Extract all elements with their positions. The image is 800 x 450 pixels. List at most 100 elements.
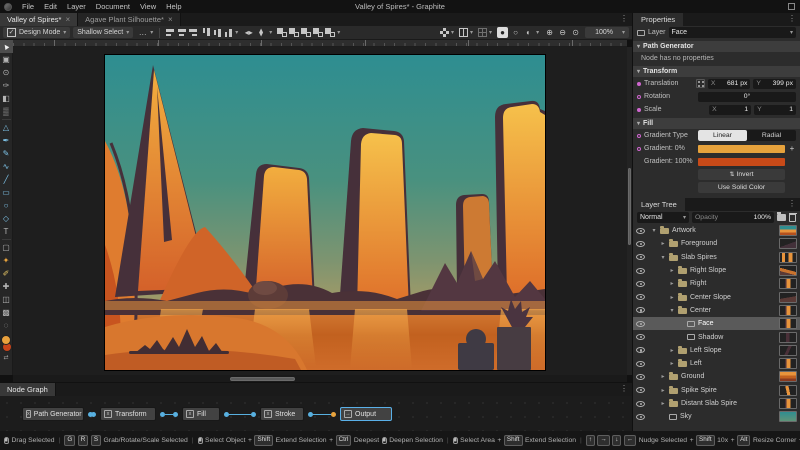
scale-y-field[interactable]: Y1 (754, 104, 797, 115)
linear-button[interactable]: Linear (698, 130, 747, 141)
tab-node-graph[interactable]: Node Graph (0, 383, 56, 396)
shape-tool[interactable]: ◇ (0, 212, 13, 225)
node-transform[interactable]: x Transform (100, 407, 156, 421)
node-stroke[interactable]: x Stroke (260, 407, 304, 421)
eyedropper-tool[interactable]: ✑ (0, 79, 13, 92)
frame-tool[interactable]: ▢ (0, 241, 13, 254)
canvas-viewport[interactable] (13, 47, 627, 375)
snapping-icon[interactable] (459, 28, 469, 37)
boolean-difference-icon[interactable] (325, 28, 336, 37)
rotation-field[interactable]: 0° (698, 91, 796, 102)
layer-row-sky[interactable]: Sky (633, 410, 800, 423)
align-middle-icon[interactable] (213, 28, 222, 37)
layer-row-artwork[interactable]: ▾ Artwork (633, 224, 800, 237)
radial-button[interactable]: Radial (747, 130, 796, 141)
path-tool[interactable]: △ (0, 121, 13, 134)
layer-row-ground[interactable]: ▸ Ground (633, 370, 800, 383)
align-center-icon[interactable] (177, 28, 186, 37)
layer-row-shadow[interactable]: Shadow (633, 330, 800, 343)
invert-button[interactable]: ⇅ Invert (698, 169, 785, 180)
expand-arrow-icon[interactable]: ▾ (669, 307, 675, 314)
align-top-icon[interactable] (202, 28, 211, 37)
visibility-eye-icon[interactable] (636, 347, 645, 354)
layer-row-face[interactable]: Face (633, 317, 800, 331)
layer-row-center[interactable]: ▾ Center (633, 304, 800, 317)
text-tool[interactable]: T (0, 225, 13, 238)
navigate-tool[interactable]: ⊙ (0, 66, 13, 79)
layer-row-center-slope[interactable]: ▸ Center Slope (633, 290, 800, 303)
visibility-eye-icon[interactable] (636, 267, 645, 274)
layer-row-distant-slab-spire[interactable]: ▸ Distant Slab Spire (633, 397, 800, 410)
flip-vertical-icon[interactable]: ◂▸ (256, 27, 267, 38)
document-panel-menu-icon[interactable]: ⋮ (616, 13, 632, 26)
expand-arrow-icon[interactable]: ▸ (669, 347, 675, 354)
align-right-icon[interactable] (188, 28, 198, 37)
zoom-reset-icon[interactable]: ⊙ (570, 27, 581, 38)
node-graph-panel-menu-icon[interactable]: ⋮ (616, 383, 632, 396)
visibility-eye-icon[interactable] (636, 320, 645, 327)
artboard-tool[interactable]: ▣ (0, 53, 13, 66)
close-icon[interactable]: × (168, 15, 173, 25)
visibility-eye-icon[interactable] (636, 227, 645, 234)
expand-arrow-icon[interactable]: ▸ (660, 373, 666, 380)
expand-arrow-icon[interactable]: ▸ (660, 387, 666, 394)
document-tab[interactable]: Agave Plant Silhouette* × (78, 13, 181, 26)
layer-row-left[interactable]: ▸ Left (633, 357, 800, 370)
grid-icon[interactable] (478, 28, 488, 37)
menu-document[interactable]: Document (91, 2, 135, 11)
document-tab[interactable]: Valley of Spires* × (0, 13, 79, 26)
tab-layer-tree[interactable]: Layer Tree (633, 198, 685, 211)
artwork-canvas[interactable] (105, 55, 545, 370)
expand-arrow-icon[interactable]: ▸ (669, 360, 675, 367)
patch-tool[interactable]: ▩ (0, 306, 13, 319)
translation-x-field[interactable]: X 681 px (707, 78, 751, 89)
boolean-intersect-icon[interactable] (313, 28, 324, 37)
translation-y-field[interactable]: Y 399 px (753, 78, 796, 89)
brush-tool[interactable]: ✐ (0, 267, 13, 280)
zoom-in-icon[interactable]: ⊕ (544, 27, 555, 38)
vertical-scrollbar-thumb[interactable] (628, 168, 631, 245)
fill-tool[interactable]: ◧ (0, 92, 13, 105)
expand-arrow-icon[interactable]: ▸ (669, 294, 675, 301)
gradient-tool[interactable]: ▒ (0, 105, 13, 118)
detail-tool[interactable]: ◌ (0, 319, 13, 332)
line-tool[interactable]: ╱ (0, 173, 13, 186)
expand-arrow-icon[interactable]: ▸ (669, 267, 675, 274)
select-mode-dropdown[interactable]: Shallow Select ▾ (73, 27, 134, 38)
scale-x-field[interactable]: X1 (709, 104, 752, 115)
opacity-field[interactable]: Opacity 100% (692, 212, 774, 223)
visibility-eye-icon[interactable] (636, 280, 645, 287)
visibility-eye-icon[interactable] (636, 360, 645, 367)
visibility-eye-icon[interactable] (636, 413, 645, 420)
visibility-eye-icon[interactable] (636, 254, 645, 261)
expand-arrow-icon[interactable]: ▾ (660, 254, 666, 261)
horizontal-scrollbar-thumb[interactable] (230, 377, 295, 381)
horizontal-scrollbar[interactable] (13, 375, 627, 382)
view-mode-normal-icon[interactable]: ● (497, 27, 509, 38)
expand-arrow-icon[interactable]: ▸ (660, 400, 666, 407)
properties-panel-menu-icon[interactable]: ⋮ (784, 13, 800, 26)
menu-edit[interactable]: Edit (39, 2, 62, 11)
menu-help[interactable]: Help (161, 2, 186, 11)
parameter-dot-icon[interactable] (637, 107, 641, 112)
parameter-dot-icon[interactable] (637, 133, 641, 138)
imaginate-tool[interactable]: ✦ (0, 254, 13, 267)
fullscreen-icon[interactable] (788, 3, 795, 10)
visibility-eye-icon[interactable] (636, 373, 645, 380)
node-output[interactable]: → Output (340, 407, 392, 421)
input-port[interactable] (91, 411, 96, 417)
menu-file[interactable]: File (17, 2, 39, 11)
boolean-union-icon[interactable] (277, 28, 288, 37)
layer-row-right-slope[interactable]: ▸ Right Slope (633, 264, 800, 277)
visibility-eye-icon[interactable] (636, 400, 645, 407)
new-folder-icon[interactable] (777, 212, 786, 221)
layer-row-left-slope[interactable]: ▸ Left Slope (633, 344, 800, 357)
blend-mode-dropdown[interactable]: Normal ▾ (637, 212, 689, 223)
expand-arrow-icon[interactable]: ▸ (669, 280, 675, 287)
visibility-eye-icon[interactable] (636, 387, 645, 394)
section-path-generator[interactable]: ▾ Path Generator (633, 41, 800, 52)
align-left-icon[interactable] (166, 28, 175, 37)
menu-layer[interactable]: Layer (62, 2, 91, 11)
section-fill[interactable]: ▾ Fill (633, 118, 800, 129)
view-mode-outline-icon[interactable]: ○ (510, 27, 521, 38)
